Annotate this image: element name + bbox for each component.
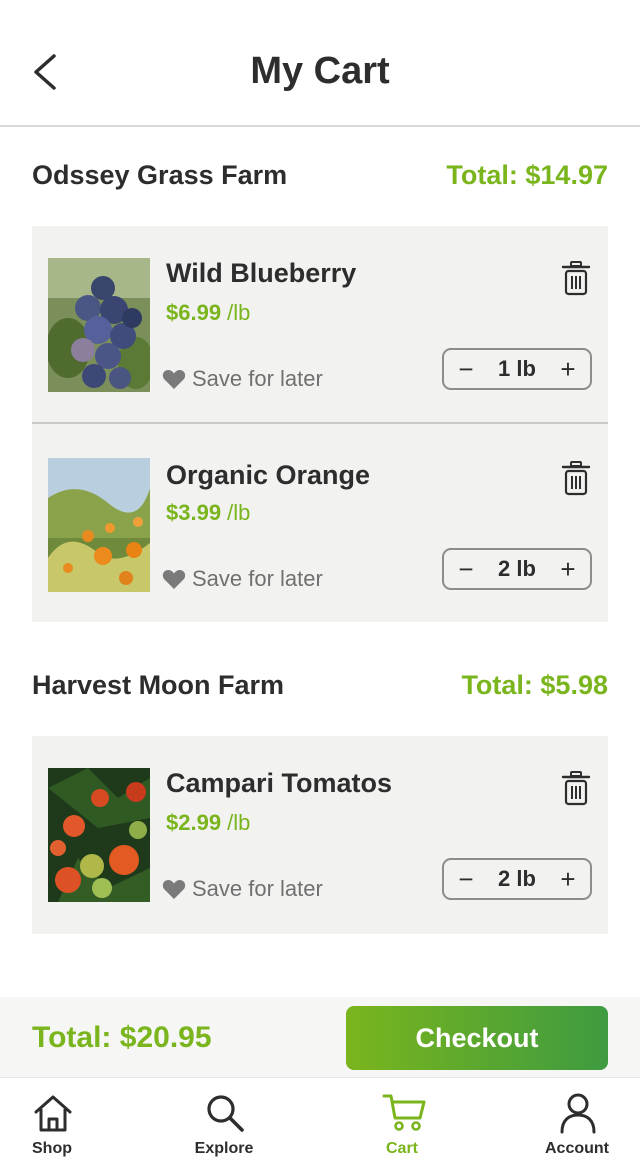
tab-cart[interactable]: Cart [352, 1078, 452, 1175]
price-unit: /lb [221, 500, 251, 525]
farm-name: Odssey Grass Farm [32, 160, 288, 190]
cart-icon [382, 1094, 426, 1131]
tab-label: Shop [32, 1140, 72, 1157]
cart-total: Total: $20.95 [32, 1021, 212, 1054]
checkout-button[interactable]: Checkout [346, 1006, 608, 1070]
quantity-value: 2 lb [498, 866, 536, 891]
product-name: Organic Orange [166, 460, 371, 490]
app-header: My Cart [0, 0, 640, 127]
product-name: Campari Tomatos [166, 768, 393, 798]
heart-icon [162, 879, 186, 899]
save-for-later-button[interactable]: Save for later [162, 564, 323, 594]
product-name: Wild Blueberry [166, 258, 357, 288]
increase-button[interactable]: + [548, 550, 588, 588]
quantity-value: 2 lb [498, 556, 536, 581]
quantity-stepper: − 1 lb + [442, 348, 592, 390]
price-unit: /lb [221, 810, 251, 835]
price-value: $3.99 [166, 500, 222, 525]
heart-icon [162, 569, 186, 589]
heart-icon [162, 369, 186, 389]
delete-button[interactable] [560, 260, 592, 296]
trash-icon [561, 261, 591, 296]
price-unit: /lb [221, 300, 251, 325]
farm-header: Odssey Grass Farm Total: $14.97 [32, 160, 608, 200]
increase-button[interactable]: + [548, 350, 588, 388]
user-icon [560, 1093, 596, 1134]
save-label: Save for later [192, 366, 323, 391]
decrease-button[interactable]: − [446, 860, 486, 898]
quantity-stepper: − 2 lb + [442, 858, 592, 900]
trash-icon [561, 771, 591, 806]
product-price: $6.99 /lb [166, 300, 250, 326]
product-image-blueberry [48, 258, 150, 392]
checkout-bar: Total: $20.95 Checkout [0, 997, 640, 1077]
tab-shop[interactable]: Shop [2, 1078, 102, 1175]
quantity-value: 1 lb [498, 356, 536, 381]
tab-label: Account [545, 1140, 609, 1157]
search-icon [207, 1095, 244, 1132]
product-image-tomato [48, 768, 150, 902]
cart-item: Organic Orange $3.99 /lb Save for later … [32, 422, 608, 622]
tab-explore[interactable]: Explore [174, 1078, 274, 1175]
save-label: Save for later [192, 566, 323, 591]
price-value: $6.99 [166, 300, 222, 325]
product-price: $3.99 /lb [166, 500, 250, 526]
farm-total: Total: $14.97 [446, 160, 608, 190]
bottom-nav: Shop Explore Cart Account [0, 1077, 640, 1174]
price-value: $2.99 [166, 810, 222, 835]
farm-name: Harvest Moon Farm [32, 670, 285, 700]
decrease-button[interactable]: − [446, 350, 486, 388]
delete-button[interactable] [560, 460, 592, 496]
product-image-orange [48, 458, 150, 592]
tab-label: Explore [194, 1140, 254, 1157]
page-title: My Cart [250, 50, 390, 92]
tab-account[interactable]: Account [527, 1078, 627, 1175]
increase-button[interactable]: + [548, 860, 588, 898]
cart-item: Campari Tomatos $2.99 /lb Save for later… [32, 736, 608, 934]
save-label: Save for later [192, 876, 323, 901]
save-for-later-button[interactable]: Save for later [162, 874, 323, 904]
tab-label: Cart [385, 1140, 418, 1157]
farm-total: Total: $5.98 [461, 670, 608, 700]
decrease-button[interactable]: − [446, 550, 486, 588]
trash-icon [561, 461, 591, 496]
delete-button[interactable] [560, 770, 592, 806]
cart-item: Wild Blueberry $6.99 /lb Save for later … [32, 226, 608, 422]
quantity-stepper: − 2 lb + [442, 548, 592, 590]
farm-header: Harvest Moon Farm Total: $5.98 [32, 670, 608, 710]
home-icon [34, 1095, 72, 1132]
save-for-later-button[interactable]: Save for later [162, 364, 323, 394]
product-price: $2.99 /lb [166, 810, 250, 836]
